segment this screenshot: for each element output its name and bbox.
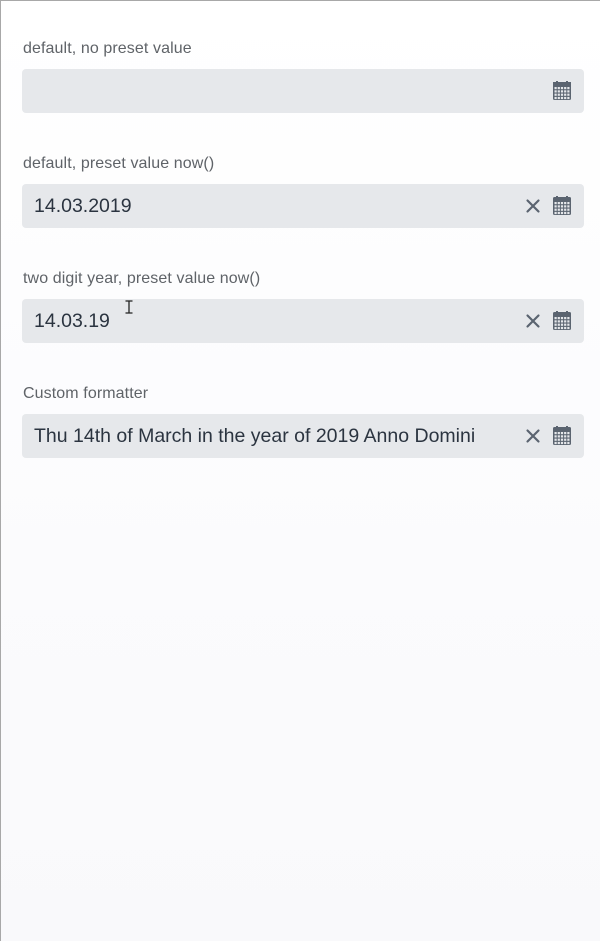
text-cursor-icon xyxy=(124,300,134,314)
field-label: Custom formatter xyxy=(23,385,149,402)
calendar-icon[interactable] xyxy=(551,195,573,217)
field-label: default, no preset value xyxy=(23,40,192,57)
date-input[interactable] xyxy=(22,69,584,113)
close-icon[interactable] xyxy=(522,425,544,447)
date-input-value: Thu 14th of March in the year of 2019 An… xyxy=(34,425,476,447)
date-input[interactable]: 14.03.2019 xyxy=(22,184,584,228)
date-field-two-digit-year: two digit year, preset value now() 14.03… xyxy=(22,269,584,343)
date-field-custom-formatter: Custom formatter Thu 14th of March in th… xyxy=(22,384,584,458)
calendar-icon[interactable] xyxy=(551,310,573,332)
date-input-value: 14.03.19 xyxy=(34,310,110,332)
date-input[interactable]: 14.03.19 xyxy=(22,299,584,343)
page-frame: default, no preset value default, preset… xyxy=(0,0,600,941)
close-icon[interactable] xyxy=(522,310,544,332)
date-input-value: 14.03.2019 xyxy=(34,195,132,217)
field-label: default, preset value now() xyxy=(23,155,215,172)
calendar-icon[interactable] xyxy=(551,425,573,447)
date-field-default-preset: default, preset value now() 14.03.2019 xyxy=(22,154,584,228)
date-input[interactable]: Thu 14th of March in the year of 2019 An… xyxy=(22,414,584,458)
close-icon[interactable] xyxy=(522,195,544,217)
field-label: two digit year, preset value now() xyxy=(23,270,261,287)
calendar-icon[interactable] xyxy=(551,80,573,102)
date-field-default-empty: default, no preset value xyxy=(22,39,584,113)
